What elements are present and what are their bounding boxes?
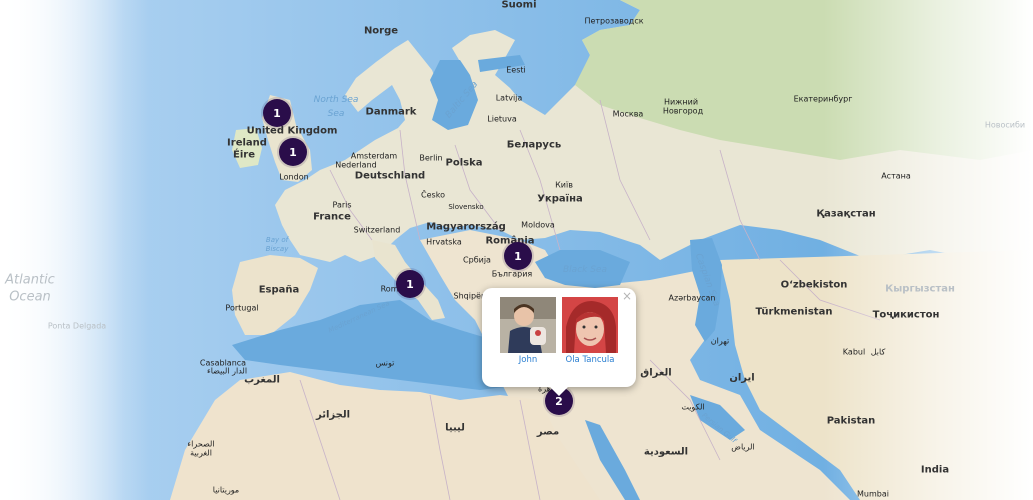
label-saudi: السعودية	[643, 446, 689, 458]
label-slovensko: Slovensko	[448, 203, 484, 211]
label-bay-of: Bay of	[265, 236, 289, 244]
label-moskva: Москва	[612, 109, 644, 119]
label-eesti: Eesti	[506, 65, 526, 75]
label-tunis: تونس	[375, 358, 395, 368]
label-moldova: Moldova	[521, 220, 555, 230]
label-deutschland: Deutschland	[354, 170, 426, 182]
label-bulgaria: България	[491, 269, 533, 279]
close-icon[interactable]: ×	[622, 289, 632, 303]
label-libya: ليبيا	[445, 422, 465, 434]
label-paris: Paris	[332, 200, 352, 210]
label-mauritania: موريتانيا	[212, 485, 240, 495]
label-nizhny: Нижний	[663, 97, 699, 107]
map-canvas[interactable]: Suomi Петрозаводск Norge Eesti Latvija L…	[0, 0, 1033, 500]
label-danmark: Danmark	[365, 106, 417, 118]
label-tehran: تهران	[710, 336, 730, 346]
label-kyrgyzstan: Кыргызстан	[885, 283, 955, 295]
person-name-ola-tancula[interactable]: Ola Tancula	[558, 355, 622, 365]
label-hrvatska: Hrvatska	[426, 237, 462, 247]
label-cesko: Česko	[421, 190, 445, 200]
person-card-ola-tancula[interactable]: Ola Tancula	[558, 297, 622, 365]
label-kyiv: Київ	[555, 180, 573, 190]
label-kabul-ar: کابل	[870, 347, 886, 357]
label-casablanca-ar: الدار البيضاء	[206, 366, 248, 376]
label-jazair: الجزائر	[315, 409, 351, 421]
label-nederland: Nederland	[335, 160, 377, 170]
label-astana: Астана	[881, 171, 911, 181]
label-amsterdam: Amsterdam	[350, 151, 398, 161]
label-novosibirsk: Новосиби	[984, 120, 1026, 130]
cluster-popup: × John Ola Tancula	[482, 288, 636, 396]
person-name-john[interactable]: John	[496, 355, 560, 365]
label-ukraina: Україна	[537, 193, 583, 205]
cluster-marker-romania[interactable]: 1	[504, 242, 532, 270]
label-tojikiston: Тоҷикистон	[872, 309, 940, 321]
person-card-john[interactable]: John	[496, 297, 560, 365]
label-black-sea: Black Sea	[563, 265, 607, 275]
label-sahara: الصحراء	[187, 439, 215, 449]
label-united-kingdom: United Kingdom	[246, 125, 338, 137]
label-azarbaycan: Azərbaycan	[668, 293, 716, 303]
label-ireland: Ireland	[227, 137, 267, 149]
john-avatar-photo[interactable]	[500, 297, 556, 353]
label-north-sea-2: Sea	[327, 109, 345, 119]
label-india: India	[920, 464, 950, 476]
cluster-marker-north-england[interactable]: 1	[263, 99, 291, 127]
label-ocean: Ocean	[9, 289, 51, 305]
label-maghreb: المغرب	[244, 374, 280, 386]
label-london: London	[279, 172, 309, 182]
label-turkmenistan: Türkmenistan	[755, 306, 833, 318]
label-magyarorszag: Magyarország	[426, 221, 506, 233]
label-north-sea: North Sea	[313, 95, 359, 105]
label-iran: ایران	[729, 372, 755, 384]
label-kuwait: الكويت	[681, 402, 705, 412]
cluster-marker-italy[interactable]: 1	[396, 270, 424, 298]
label-mumbai: Mumbai	[857, 489, 889, 499]
label-biscay: Biscay	[265, 245, 289, 253]
label-uzbekistan: Oʻzbekiston	[780, 279, 848, 291]
label-belarus: Беларусь	[506, 139, 562, 151]
label-suomi: Suomi	[501, 0, 537, 11]
label-novgorod: Новгород	[662, 106, 704, 116]
ola-tancula-avatar-photo[interactable]	[562, 297, 618, 353]
label-pakistan: Pakistan	[826, 415, 876, 427]
label-kabul: Kabul	[842, 347, 866, 357]
label-riyadh: الرياض	[731, 442, 755, 452]
cluster-marker-south-england[interactable]: 1	[279, 138, 307, 166]
label-espana: España	[258, 284, 300, 296]
label-srbija: Србија	[463, 255, 491, 265]
label-ponta-delgada: Ponta Delgada	[47, 321, 107, 331]
label-atlantic: Atlantic	[5, 272, 55, 288]
label-norge: Norge	[363, 25, 399, 37]
label-sahara-2: الغربية	[190, 448, 212, 458]
label-lietuva: Lietuva	[487, 114, 517, 124]
label-polska: Polska	[445, 157, 483, 169]
label-latvija: Latvija	[495, 93, 523, 103]
label-ekaterinburg: Екатеринбург	[793, 94, 853, 104]
label-misr: مصر	[536, 426, 560, 438]
label-eire: Éire	[233, 149, 255, 161]
left-fade-overlay	[0, 0, 150, 500]
label-kazakhstan: Қазақстан	[816, 208, 876, 220]
label-switzerland: Switzerland	[353, 225, 401, 235]
label-petrozavodsk: Петрозаводск	[584, 16, 644, 26]
label-france: France	[313, 211, 351, 223]
label-portugal: Portugal	[225, 303, 259, 313]
label-berlin: Berlin	[419, 153, 443, 163]
label-iraq: العراق	[640, 367, 672, 379]
